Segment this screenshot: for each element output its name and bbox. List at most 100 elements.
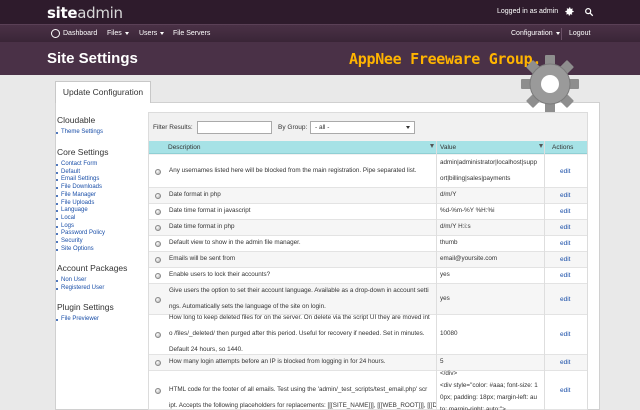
row-select-radio[interactable]: [155, 387, 161, 394]
setting-value: email@yoursite.com: [440, 255, 498, 262]
table-header: Description Value Actions: [149, 141, 587, 154]
decorative-gear-icon: [521, 55, 579, 113]
setting-value: ort|billing|sales|payments: [440, 174, 511, 182]
table-row[interactable]: Any usernames listed here will be blocke…: [149, 155, 587, 188]
table-row[interactable]: Date format in php d/m/Y edit: [149, 188, 587, 204]
setting-value: yes: [440, 271, 450, 278]
setting-description: o /files/_deleted/ then purged after thi…: [169, 330, 425, 337]
table-row[interactable]: Date time format in javascript %d-%m-%Y %…: [149, 204, 587, 220]
dashboard-icon: [51, 29, 60, 38]
nav-files[interactable]: Files: [107, 30, 129, 37]
setting-value: d/m/Y: [440, 191, 457, 198]
setting-description: HTML code for the footer of all emails. …: [169, 385, 428, 393]
edit-link[interactable]: edit: [560, 292, 570, 308]
filter-results-input[interactable]: [197, 121, 272, 134]
sidebar-item-file-previewer[interactable]: File Previewer: [56, 316, 99, 324]
group-filter-label: By Group:: [278, 124, 308, 131]
setting-description: How many login attempts before an IP is …: [169, 358, 386, 365]
edit-link[interactable]: edit: [560, 164, 570, 180]
table-row[interactable]: HTML code for the footer of all emails. …: [149, 370, 587, 410]
sidebar-item-file-downloads[interactable]: File Downloads: [56, 184, 105, 192]
setting-description: Enable users to lock their accounts?: [169, 271, 271, 278]
main-nav: Dashboard Files Users File Servers Confi…: [0, 24, 640, 42]
column-header-description[interactable]: Description: [168, 144, 201, 151]
setting-value: thumb: [440, 239, 458, 246]
sort-value-icon[interactable]: [539, 144, 543, 148]
setting-value: yes: [440, 294, 450, 302]
nav-users[interactable]: Users: [139, 30, 165, 37]
sidebar-item-registered-user[interactable]: Registered User: [56, 285, 104, 293]
sidebar-heading-core: Core Settings: [57, 147, 109, 157]
setting-description: Any usernames listed here will be blocke…: [169, 166, 417, 174]
sidebar-item-password-policy[interactable]: Password Policy: [56, 230, 105, 238]
sidebar-item-contact-form[interactable]: Contact Form: [56, 161, 105, 169]
column-divider: [544, 141, 545, 410]
logged-in-label: Logged in as admin: [497, 8, 559, 15]
site-logo[interactable]: siteadmin: [47, 4, 123, 22]
nav-configuration[interactable]: Configuration: [511, 30, 560, 37]
table-row[interactable]: How many login attempts before an IP is …: [149, 355, 587, 371]
sidebar-list-cloudable: Theme Settings: [56, 129, 103, 137]
edit-link[interactable]: edit: [560, 383, 570, 399]
edit-link[interactable]: edit: [560, 188, 570, 204]
edit-link[interactable]: edit: [560, 327, 570, 343]
sidebar-item-file-manager[interactable]: File Manager: [56, 192, 105, 200]
table-row[interactable]: Emails will be sent from email@yoursite.c…: [149, 252, 587, 268]
search-icon[interactable]: [584, 7, 594, 17]
row-select-radio[interactable]: [155, 225, 161, 231]
column-header-value[interactable]: Value: [440, 144, 456, 151]
group-select[interactable]: - all -: [310, 121, 415, 134]
edit-link[interactable]: edit: [560, 252, 570, 268]
row-select-radio[interactable]: [155, 241, 161, 247]
sidebar-heading-account-packages: Account Packages: [57, 263, 128, 273]
setting-description: ipt. Accepts the following placeholders …: [169, 401, 438, 409]
nav-file-servers[interactable]: File Servers: [173, 30, 210, 37]
row-select-radio[interactable]: [155, 273, 161, 279]
sidebar-item-local[interactable]: Local: [56, 215, 105, 223]
sidebar-item-logs[interactable]: Logs: [56, 223, 105, 231]
row-select-radio[interactable]: [155, 168, 161, 175]
edit-link[interactable]: edit: [560, 268, 570, 284]
sidebar-item-file-uploads[interactable]: File Uploads: [56, 200, 105, 208]
table-row[interactable]: Default view to show in the admin file m…: [149, 236, 587, 252]
sort-description-icon[interactable]: [430, 144, 434, 148]
nav-logout[interactable]: Logout: [569, 30, 590, 37]
row-select-radio[interactable]: [155, 193, 161, 199]
sidebar-item-language[interactable]: Language: [56, 207, 105, 215]
sidebar-item-security[interactable]: Security: [56, 238, 105, 246]
sidebar-list-core: Contact Form Default Email Settings File…: [56, 161, 105, 253]
watermark-text: AppNee Freeware Group.: [349, 50, 542, 68]
row-select-radio[interactable]: [155, 296, 161, 303]
edit-link[interactable]: edit: [560, 220, 570, 236]
setting-description: Date time format in php: [169, 223, 235, 230]
sidebar-item-theme-settings[interactable]: Theme Settings: [56, 129, 103, 137]
filter-results-label: Filter Results:: [153, 124, 193, 131]
setting-description: Default view to show in the admin file m…: [169, 239, 301, 246]
sidebar-item-email-settings[interactable]: Email Settings: [56, 176, 105, 184]
row-select-radio[interactable]: [155, 360, 161, 366]
nav-dashboard[interactable]: Dashboard: [63, 30, 97, 37]
update-configuration-tab[interactable]: Update Configuration: [55, 81, 151, 103]
row-select-radio[interactable]: [155, 332, 161, 338]
sidebar-item-site-options[interactable]: Site Options: [56, 246, 105, 254]
table-row[interactable]: Date time format in php d/m/Y H:i:s edit: [149, 220, 587, 236]
edit-link[interactable]: edit: [560, 204, 570, 220]
settings-gear-icon[interactable]: [564, 6, 575, 17]
row-select-radio[interactable]: [155, 209, 161, 215]
sidebar-item-non-user[interactable]: Non User: [56, 277, 104, 285]
table-row[interactable]: How long to keep deleted files for on th…: [149, 314, 587, 355]
setting-description: Date format in php: [169, 191, 221, 198]
setting-value: to; margin-right: auto;">: [440, 405, 506, 410]
setting-description: Date time format in javascript: [169, 207, 251, 214]
setting-value: admin|administrator|localhost|supp: [440, 158, 537, 166]
edit-link[interactable]: edit: [560, 355, 570, 371]
sidebar-list-account-packages: Non User Registered User: [56, 277, 104, 292]
sidebar-heading-cloudable: Cloudable: [57, 115, 96, 125]
column-divider: [436, 141, 437, 410]
sidebar-heading-plugin-settings: Plugin Settings: [57, 302, 114, 312]
edit-link[interactable]: edit: [560, 236, 570, 252]
sidebar-item-default[interactable]: Default: [56, 169, 105, 177]
setting-value: d/m/Y H:i:s: [440, 223, 471, 230]
setting-value: %d-%m-%Y %H:%i: [440, 207, 495, 214]
row-select-radio[interactable]: [155, 257, 161, 263]
